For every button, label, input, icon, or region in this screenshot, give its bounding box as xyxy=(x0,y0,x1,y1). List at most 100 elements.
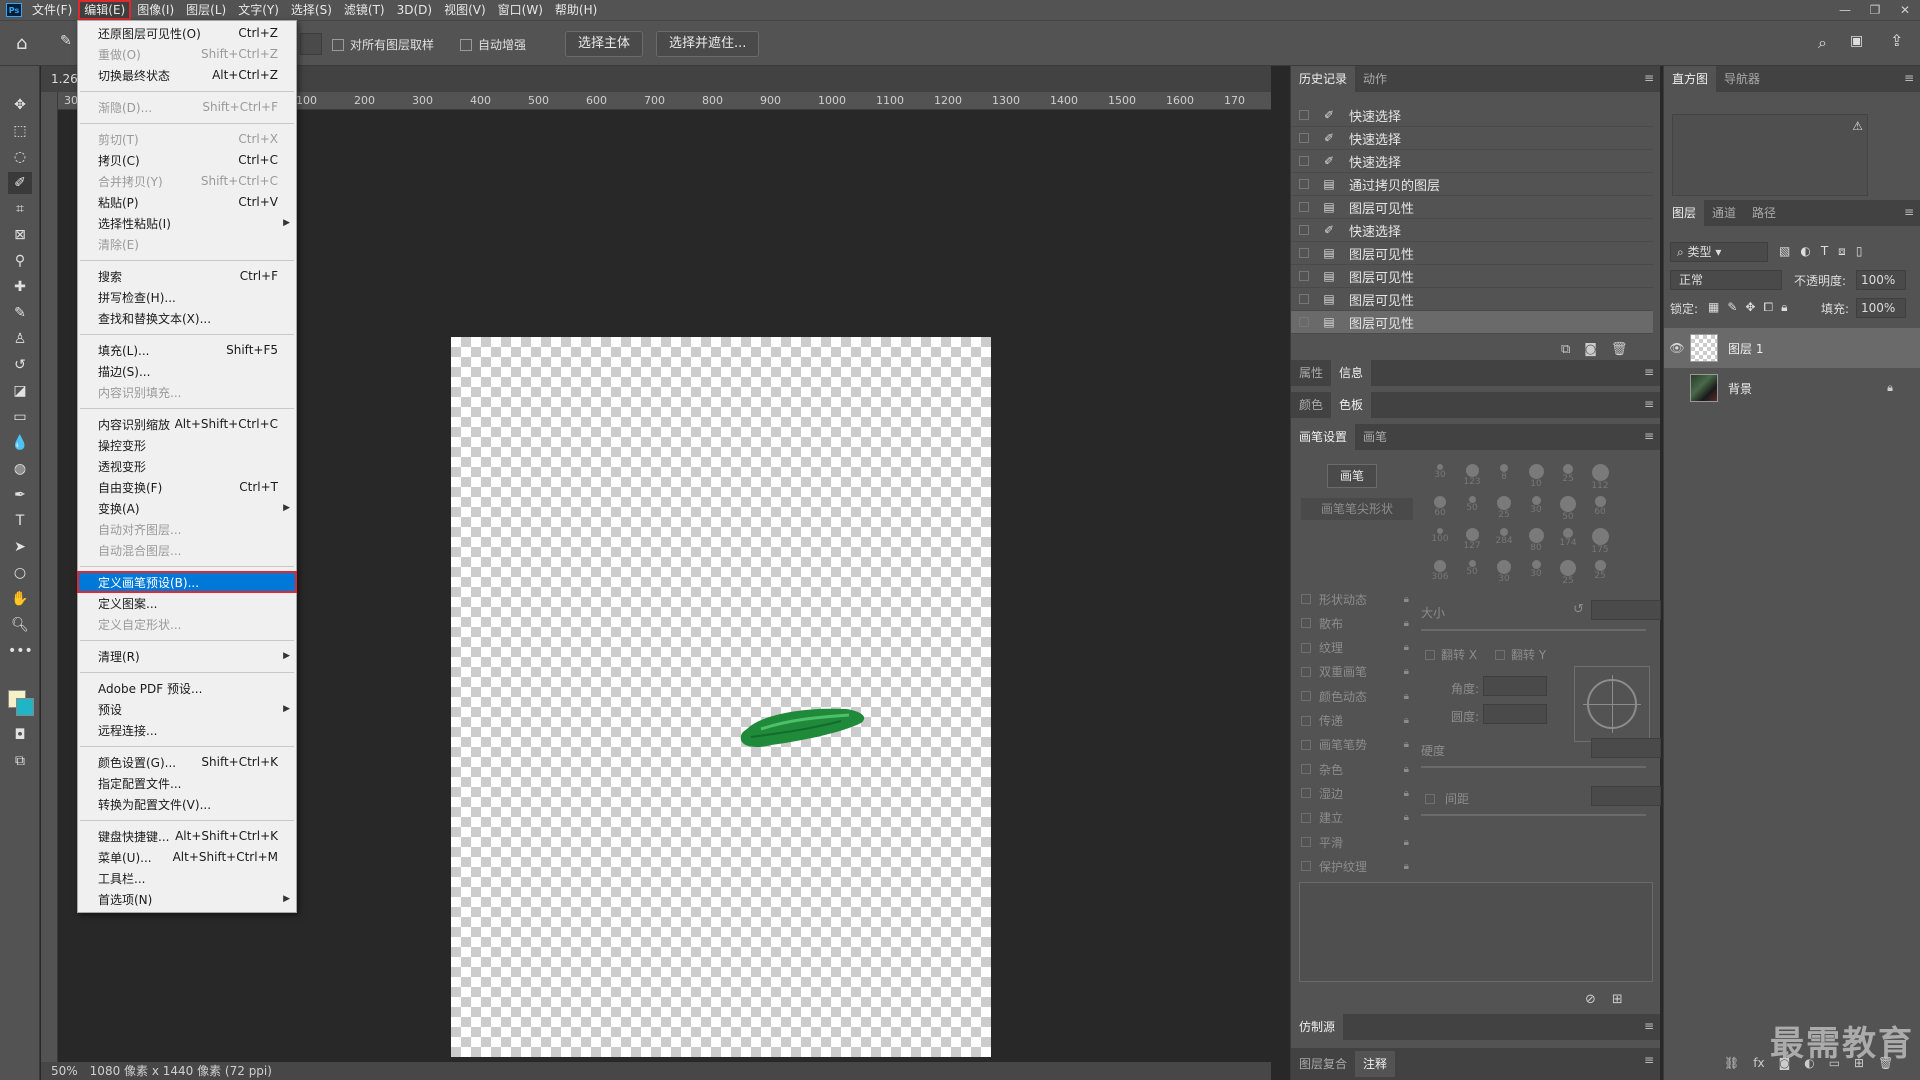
tab-brushes[interactable]: 画笔 xyxy=(1355,424,1395,450)
menu-item[interactable]: 拷贝(C) Ctrl+C xyxy=(78,150,296,170)
brush-tip-preset[interactable]: 174 xyxy=(1553,528,1583,558)
history-brush-source-checkbox[interactable] xyxy=(1299,179,1309,189)
hardness-slider[interactable] xyxy=(1421,766,1646,768)
layer-row[interactable]: 👁︎ 图层 1 xyxy=(1664,328,1920,368)
brush-tip-preset[interactable]: 50 xyxy=(1553,496,1583,526)
menu-view[interactable]: 视图(V) xyxy=(438,0,492,20)
lock-icon[interactable]: 🔒︎ xyxy=(1404,618,1409,629)
fill-field[interactable]: 100% xyxy=(1856,298,1906,318)
panel-menu-icon[interactable]: ≡ xyxy=(1644,365,1654,379)
tab-brush-settings[interactable]: 画笔设置 xyxy=(1291,424,1356,450)
menu-item[interactable]: Adobe PDF 预设... xyxy=(78,678,296,698)
filter-smart-object-icon[interactable]: ▯ xyxy=(1856,244,1863,259)
spacing-slider[interactable] xyxy=(1421,814,1646,816)
angle-field[interactable] xyxy=(1483,676,1547,696)
brush-tip-preset[interactable]: 25 xyxy=(1553,464,1583,494)
menu-item[interactable]: 粘贴(P) Ctrl+V xyxy=(78,192,296,212)
brush-tip-preset[interactable]: 10 xyxy=(1521,464,1551,494)
history-state[interactable]: ✐ 快速选择 xyxy=(1291,127,1653,150)
brush-tip-preset[interactable]: 60 xyxy=(1585,496,1615,526)
history-brush-source-checkbox[interactable] xyxy=(1299,133,1309,143)
size-field[interactable] xyxy=(1591,600,1661,620)
layer-name[interactable]: 背景 xyxy=(1728,380,1887,397)
menu-item[interactable]: 定义自定形状... xyxy=(78,614,296,634)
history-brush-source-checkbox[interactable] xyxy=(1299,248,1309,258)
menu-type[interactable]: 文字(Y) xyxy=(232,0,285,20)
lock-artboard-icon[interactable]: ⧠ xyxy=(1763,300,1773,315)
workspace-icon[interactable]: ▣ xyxy=(1850,33,1863,49)
home-icon[interactable]: ⌂ xyxy=(16,33,27,54)
lock-icon[interactable]: 🔒︎ xyxy=(1404,739,1409,750)
lock-icon[interactable]: 🔒︎ xyxy=(1404,861,1409,872)
history-state[interactable]: ▤ 图层可见性 xyxy=(1291,265,1653,288)
brush-tip-shape-item[interactable]: 画笔笔尖形状 xyxy=(1301,498,1413,520)
layer-name[interactable]: 图层 1 xyxy=(1728,340,1763,357)
size-slider[interactable] xyxy=(1421,629,1646,631)
brush-tip-preset[interactable]: 112 xyxy=(1585,464,1615,494)
history-state[interactable]: ▤ 图层可见性 xyxy=(1291,288,1653,311)
menu-item[interactable]: 查找和替换文本(X)... xyxy=(78,308,296,328)
ellipse-tool-icon[interactable]: ○ xyxy=(8,562,32,584)
zoom-tool-icon[interactable]: 🔍︎ xyxy=(8,614,32,636)
history-brush-source-checkbox[interactable] xyxy=(1299,317,1309,327)
brush-tip-preset[interactable]: 25 xyxy=(1553,560,1583,590)
menu-item[interactable]: 合并拷贝(Y) Shift+Ctrl+C xyxy=(78,171,296,191)
menu-item[interactable]: 自动对齐图层... xyxy=(78,519,296,539)
tab-info[interactable]: 信息 xyxy=(1331,360,1372,386)
history-brush-source-checkbox[interactable] xyxy=(1299,202,1309,212)
tab-paths[interactable]: 路径 xyxy=(1744,200,1784,226)
menu-item[interactable]: 搜索 Ctrl+F xyxy=(78,266,296,286)
brush-tip-preset[interactable]: 175 xyxy=(1585,528,1615,558)
background-color-swatch[interactable] xyxy=(16,698,34,716)
crop-tool-icon[interactable]: ⌗ xyxy=(8,198,32,220)
restore-icon[interactable]: ❐ xyxy=(1860,0,1890,20)
brush-tip-preset[interactable]: 25 xyxy=(1585,560,1615,590)
lock-transparent-icon[interactable]: ▦ xyxy=(1708,300,1719,315)
eraser-tool-icon[interactable]: ◪ xyxy=(8,380,32,402)
tab-layer-comps[interactable]: 图层复合 xyxy=(1291,1051,1355,1077)
history-state[interactable]: ▤ 图层可见性 xyxy=(1291,242,1653,265)
brush-tip-preset[interactable]: 123 xyxy=(1457,464,1487,494)
layer-style-icon[interactable]: fx xyxy=(1753,1056,1764,1070)
blur-tool-icon[interactable]: 💧 xyxy=(8,432,32,454)
history-brush-source-checkbox[interactable] xyxy=(1299,156,1309,166)
roundness-field[interactable] xyxy=(1483,704,1547,724)
document-canvas[interactable] xyxy=(451,337,991,1057)
brush-tip-preset[interactable]: 30 xyxy=(1489,560,1519,590)
menu-item[interactable]: 清除(E) xyxy=(78,234,296,254)
flip-x-checkbox[interactable]: 翻转 X xyxy=(1425,646,1477,663)
brush-option-item[interactable]: 杂色 🔒︎ xyxy=(1301,758,1411,780)
menu-item[interactable]: 切换最终状态 Alt+Ctrl+Z xyxy=(78,65,296,85)
lock-pixels-icon[interactable]: ✎ xyxy=(1727,300,1737,315)
tab-navigator[interactable]: 导航器 xyxy=(1716,66,1768,92)
move-tool-icon[interactable]: ✥ xyxy=(8,94,32,116)
lock-all-icon[interactable]: 🔒︎ xyxy=(1781,300,1787,315)
history-state[interactable]: ✐ 快速选择 xyxy=(1291,219,1653,242)
history-brush-source-checkbox[interactable] xyxy=(1299,110,1309,120)
healing-brush-tool-icon[interactable]: ✚ xyxy=(8,276,32,298)
lock-icon[interactable]: 🔒︎ xyxy=(1404,812,1409,823)
toggle-preview-icon[interactable]: ⊘ xyxy=(1585,992,1596,1007)
frame-tool-icon[interactable]: ⊠ xyxy=(8,224,32,246)
menu-item[interactable]: 剪切(T) Ctrl+X xyxy=(78,129,296,149)
brush-tip-preset[interactable]: 80 xyxy=(1521,528,1551,558)
type-tool-icon[interactable]: T xyxy=(8,510,32,532)
history-brush-source-checkbox[interactable] xyxy=(1299,294,1309,304)
lasso-tool-icon[interactable]: ◌ xyxy=(8,146,32,168)
brush-option-item[interactable]: 建立 🔒︎ xyxy=(1301,807,1411,829)
spacing-checkbox[interactable]: 间距 xyxy=(1425,790,1469,807)
history-state[interactable]: ✐ 快速选择 xyxy=(1291,150,1653,173)
marquee-tool-icon[interactable]: ⬚ xyxy=(8,120,32,142)
tab-color[interactable]: 颜色 xyxy=(1291,392,1331,418)
quick-selection-tool-icon[interactable]: ✐ xyxy=(8,172,32,194)
reset-size-icon[interactable]: ↺ xyxy=(1573,602,1584,617)
menu-item[interactable]: 自动混合图层... xyxy=(78,540,296,560)
history-state[interactable]: ▤ 图层可见性 xyxy=(1291,196,1653,219)
brush-angle-preview[interactable] xyxy=(1574,666,1650,742)
brush-option-item[interactable]: 散布 🔒︎ xyxy=(1301,612,1411,634)
brush-option-item[interactable]: 平滑 🔒︎ xyxy=(1301,831,1411,853)
tab-clone-source[interactable]: 仿制源 xyxy=(1291,1014,1344,1040)
filter-adjustment-icon[interactable]: ◐ xyxy=(1800,244,1810,259)
menu-item[interactable]: 操控变形 xyxy=(78,435,296,455)
history-brush-source-checkbox[interactable] xyxy=(1299,225,1309,235)
